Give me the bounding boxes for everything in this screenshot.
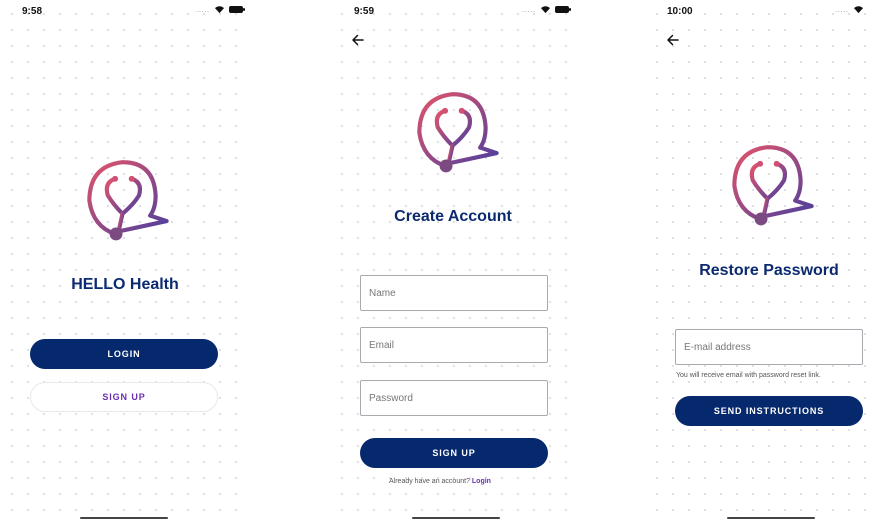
page-title: Restore Password xyxy=(699,262,839,279)
signup-button[interactable]: SIGN UP xyxy=(360,438,548,468)
signal-icon: ..... xyxy=(522,4,536,14)
status-icons: ..... xyxy=(522,4,571,14)
status-time: 10:00 xyxy=(667,6,693,17)
app-title: HELLO Health xyxy=(71,276,179,293)
login-prompt-text: Already have an account? xyxy=(389,478,470,485)
name-field[interactable] xyxy=(360,275,548,311)
welcome-screen: 9:58 ..... HELLO Health LOGIN SIGN UP xyxy=(0,0,250,519)
login-prompt: Already have an account? Login xyxy=(389,478,491,485)
restore-password-screen: 10:00 ..... Restore Password You will re… xyxy=(645,0,872,519)
back-arrow-icon[interactable] xyxy=(666,33,680,47)
signup-button[interactable]: SIGN UP xyxy=(30,382,218,412)
email-address-field[interactable] xyxy=(675,329,863,365)
app-logo xyxy=(78,153,178,245)
password-field[interactable] xyxy=(360,380,548,416)
create-account-screen: 9:59 ..... Create Account SIGN UP Alread… xyxy=(330,0,580,519)
battery-icon xyxy=(554,6,571,13)
status-icons: ..... xyxy=(835,5,864,14)
login-button[interactable]: LOGIN xyxy=(30,339,218,369)
wifi-icon xyxy=(540,6,550,14)
signal-icon: ..... xyxy=(835,4,849,14)
battery-icon xyxy=(228,6,245,13)
status-time: 9:58 xyxy=(22,6,43,17)
wifi-icon xyxy=(853,6,863,14)
send-instructions-button[interactable]: SEND INSTRUCTIONS xyxy=(675,396,863,426)
app-logo xyxy=(723,138,823,230)
reset-hint: You will receive email with password res… xyxy=(676,372,821,379)
name-input[interactable] xyxy=(361,276,547,310)
email-address-input[interactable] xyxy=(676,330,862,364)
email-input[interactable] xyxy=(361,328,547,362)
back-arrow-icon[interactable] xyxy=(351,33,365,47)
page-title: Create Account xyxy=(394,208,512,225)
status-icons: ..... xyxy=(196,4,245,14)
status-time: 9:59 xyxy=(354,6,375,17)
app-logo xyxy=(408,85,508,177)
wifi-icon xyxy=(214,6,224,14)
signal-icon: ..... xyxy=(196,4,210,14)
password-input[interactable] xyxy=(361,381,547,415)
login-link[interactable]: Login xyxy=(472,478,491,485)
email-field[interactable] xyxy=(360,327,548,363)
